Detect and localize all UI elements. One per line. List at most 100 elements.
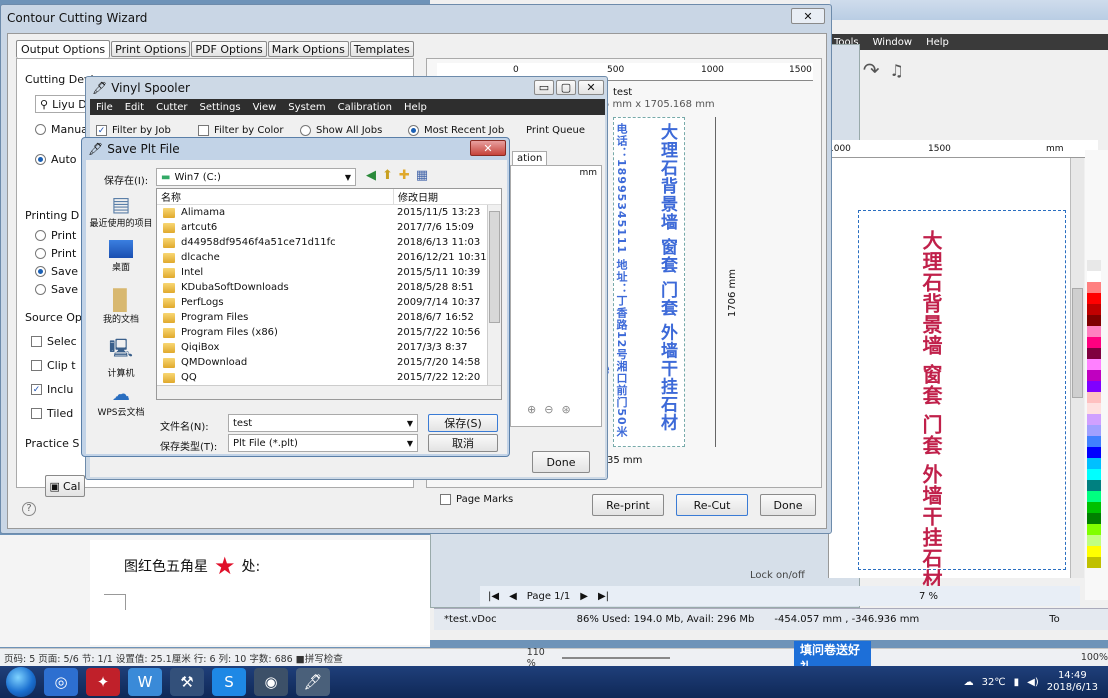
tab-templates[interactable]: Templates: [349, 41, 414, 57]
save-radio-1[interactable]: Save: [35, 265, 78, 278]
last-page-icon[interactable]: ▶|: [598, 591, 609, 602]
color-swatch[interactable]: [1087, 326, 1101, 337]
color-swatch[interactable]: [1087, 282, 1101, 293]
color-swatch[interactable]: [1087, 557, 1101, 568]
taskbar-spooler-icon[interactable]: 🖋: [296, 668, 330, 696]
taskbar-tool-icon[interactable]: ⚒: [170, 668, 204, 696]
zoom-level[interactable]: 7 %: [919, 591, 938, 602]
tab-output-options[interactable]: Output Options: [16, 40, 111, 58]
spooler-menu-help[interactable]: Help: [404, 102, 427, 113]
spooler-menu-system[interactable]: System: [288, 102, 325, 113]
color-swatch[interactable]: [1087, 447, 1101, 458]
color-swatch[interactable]: [1087, 348, 1101, 359]
place-documents[interactable]: ▉ 我的文档: [88, 288, 154, 325]
color-swatch[interactable]: [1087, 370, 1101, 381]
save-radio-2[interactable]: Save: [35, 283, 78, 296]
spooler-menu-calibration[interactable]: Calibration: [338, 102, 392, 113]
file-row[interactable]: QMDownload 2015/7/20 14:58: [157, 355, 501, 370]
tray-network-icon[interactable]: ▮: [1014, 677, 1020, 688]
color-swatch[interactable]: [1087, 546, 1101, 557]
most-recent-radio[interactable]: Most Recent Job: [408, 125, 504, 136]
tray-weather-icon[interactable]: ☁: [964, 677, 974, 688]
color-swatch[interactable]: [1087, 359, 1101, 370]
tab-print-options[interactable]: Print Options: [111, 41, 191, 57]
taskbar-sogou-icon[interactable]: S: [212, 668, 246, 696]
tray-clock[interactable]: 14:49 2018/6/13: [1047, 670, 1098, 694]
lock-label[interactable]: Lock on/off: [750, 570, 805, 581]
file-row[interactable]: Intel 2015/5/11 10:39: [157, 265, 501, 280]
back-icon[interactable]: ◀: [366, 168, 376, 183]
save-button[interactable]: 保存(S): [428, 414, 498, 432]
file-row[interactable]: KDubaSoftDownloads 2018/5/28 8:51: [157, 280, 501, 295]
canvas-vscroll-thumb[interactable]: [1072, 288, 1083, 398]
wizard-close-button[interactable]: ✕: [791, 8, 825, 24]
file-list-vscroll-thumb[interactable]: [489, 211, 500, 323]
word-zoom-slider[interactable]: [561, 656, 670, 659]
taskbar-wps-icon[interactable]: W: [128, 668, 162, 696]
color-swatch[interactable]: [1087, 436, 1101, 447]
filetype-select[interactable]: Plt File (*.plt) ▼: [228, 434, 418, 452]
include-checkbox[interactable]: ✓ Inclu: [31, 383, 73, 396]
color-swatch[interactable]: [1087, 469, 1101, 480]
zoom-out-icon[interactable]: ⊖: [544, 403, 553, 416]
auto-radio[interactable]: Auto: [35, 153, 77, 166]
prev-page-icon[interactable]: ◀: [509, 591, 517, 602]
file-row[interactable]: Program Files 2018/6/7 16:52: [157, 310, 501, 325]
reprint-button[interactable]: Re-print: [592, 494, 664, 516]
place-recent[interactable]: ▤ 最近使用的项目: [88, 192, 154, 229]
color-swatch[interactable]: [1087, 337, 1101, 348]
cancel-button[interactable]: 取消: [428, 434, 498, 452]
menu-help[interactable]: Help: [926, 37, 949, 48]
select-checkbox[interactable]: Selec: [31, 335, 77, 348]
file-list-vscroll[interactable]: [487, 205, 501, 387]
view-menu-icon[interactable]: ▦: [416, 168, 428, 183]
color-swatch[interactable]: [1087, 480, 1101, 491]
word-right-zoom[interactable]: 100%: [1081, 652, 1108, 663]
filter-job-checkbox[interactable]: ✓ Filter by Job: [96, 125, 171, 136]
spooler-maximize-button[interactable]: ▢: [556, 80, 576, 95]
file-row[interactable]: PerfLogs 2009/7/14 10:37: [157, 295, 501, 310]
spooler-minimize-button[interactable]: ▭: [534, 80, 554, 95]
color-swatch[interactable]: [1087, 458, 1101, 469]
tab-mark-options[interactable]: Mark Options: [267, 41, 349, 57]
color-swatch[interactable]: [1087, 260, 1101, 271]
up-folder-icon[interactable]: ⬆: [382, 168, 393, 183]
spooler-menu-edit[interactable]: Edit: [125, 102, 144, 113]
design-text-large[interactable]: 大理石背景墙 窗套 门套 外墙干挂石材: [919, 230, 943, 590]
zoom-in-icon[interactable]: ⊕: [527, 403, 536, 416]
spooler-menu-settings[interactable]: Settings: [200, 102, 241, 113]
next-page-icon[interactable]: ▶: [580, 591, 588, 602]
file-row[interactable]: artcut6 2017/7/6 15:09: [157, 220, 501, 235]
save-dialog-close-button[interactable]: ✕: [470, 140, 506, 156]
file-row[interactable]: QQ 2015/7/22 12:20: [157, 370, 501, 385]
recut-button[interactable]: Re-Cut: [676, 494, 748, 516]
col-name-header[interactable]: 名称: [157, 189, 393, 204]
color-swatch[interactable]: [1087, 414, 1101, 425]
spooler-menu-cutter[interactable]: Cutter: [156, 102, 187, 113]
place-desktop[interactable]: 桌面: [88, 240, 154, 273]
calibrate-button[interactable]: ▣ Cal: [45, 475, 85, 497]
color-swatch[interactable]: [1087, 425, 1101, 436]
tab-pdf-options[interactable]: PDF Options: [191, 41, 267, 57]
clip-checkbox[interactable]: Clip t: [31, 359, 76, 372]
color-swatch[interactable]: [1087, 315, 1101, 326]
taskbar-ie-icon[interactable]: ◎: [44, 668, 78, 696]
zoom-fit-icon[interactable]: ⊛: [561, 403, 570, 416]
color-swatch[interactable]: [1087, 392, 1101, 403]
new-folder-icon[interactable]: ✚: [399, 168, 410, 183]
save-in-select[interactable]: ▬ Win7 (C:) ▼: [156, 168, 356, 186]
file-row[interactable]: Program Files (x86) 2015/7/22 10:56: [157, 325, 501, 340]
file-row[interactable]: Alimama 2015/11/5 13:23: [157, 205, 501, 220]
tray-volume-icon[interactable]: ◀): [1027, 677, 1039, 688]
file-row[interactable]: d44958df9546f4a51ce71d11fc 2018/6/13 11:0…: [157, 235, 501, 250]
taskbar-app-red-icon[interactable]: ✦: [86, 668, 120, 696]
color-swatch[interactable]: [1087, 304, 1101, 315]
show-all-radio[interactable]: Show All Jobs: [300, 125, 382, 136]
tiled-checkbox[interactable]: Tiled: [31, 407, 73, 420]
help-icon[interactable]: ?: [22, 502, 36, 516]
color-swatch[interactable]: [1087, 271, 1101, 282]
color-swatch[interactable]: [1087, 535, 1101, 546]
start-button[interactable]: [6, 667, 36, 697]
print-radio-2[interactable]: Print: [35, 247, 76, 260]
spooler-menu-file[interactable]: File: [96, 102, 113, 113]
